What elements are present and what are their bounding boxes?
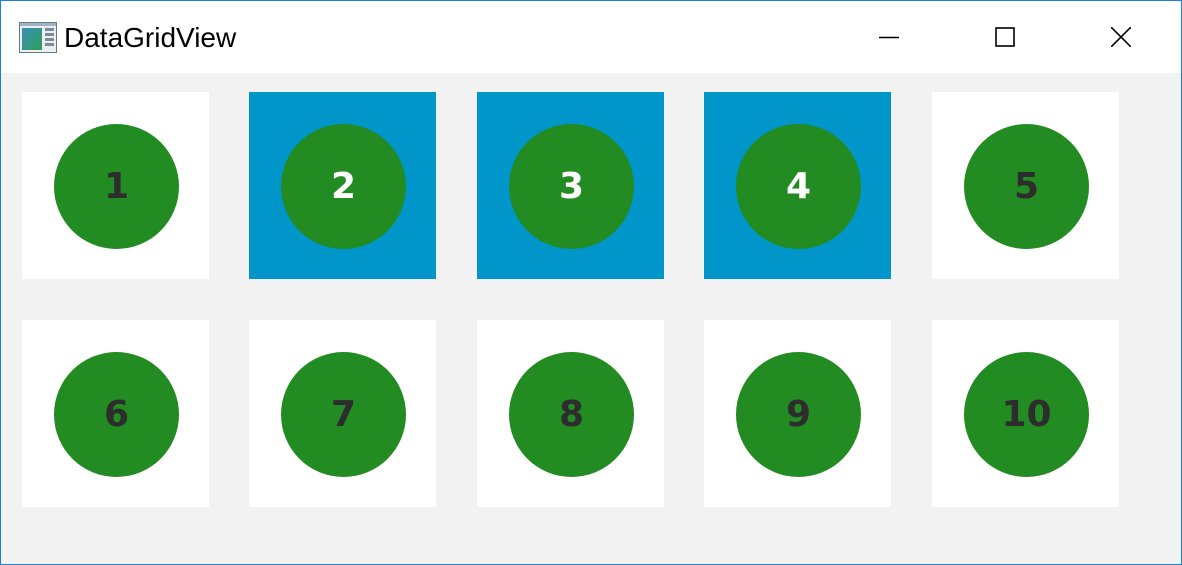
grid-cell[interactable]: 1: [22, 92, 209, 279]
item-circle: 4: [736, 124, 861, 249]
close-icon: [1111, 27, 1131, 47]
grid-cell[interactable]: 6: [22, 320, 209, 507]
grid-cell[interactable]: 9: [704, 320, 891, 507]
grid-cell[interactable]: 8: [477, 320, 664, 507]
data-grid: 1 2 3 4 5 6 7 8 9 10: [1, 73, 1181, 564]
minimize-button[interactable]: [831, 1, 947, 73]
grid-cell[interactable]: 10: [932, 320, 1119, 507]
maximize-icon: [995, 27, 1015, 47]
item-circle: 5: [964, 124, 1089, 249]
item-circle: 1: [54, 124, 179, 249]
close-button[interactable]: [1063, 1, 1179, 73]
datagrid-app-icon: [19, 22, 57, 53]
grid-cell[interactable]: 7: [249, 320, 436, 507]
item-circle: 10: [964, 352, 1089, 477]
item-circle: 2: [281, 124, 406, 249]
grid-cell[interactable]: 2: [249, 92, 436, 279]
grid-cell[interactable]: 3: [477, 92, 664, 279]
item-circle: 8: [509, 352, 634, 477]
grid-cell[interactable]: 5: [932, 92, 1119, 279]
maximize-button[interactable]: [947, 1, 1063, 73]
grid-cell[interactable]: 4: [704, 92, 891, 279]
item-circle: 3: [509, 124, 634, 249]
minimize-icon: [879, 36, 899, 39]
item-circle: 6: [54, 352, 179, 477]
item-circle: 9: [736, 352, 861, 477]
window-title: DataGridView: [64, 22, 237, 53]
item-circle: 7: [281, 352, 406, 477]
app-window: DataGridView 1 2 3 4 5 6 7 8 9 10: [0, 0, 1182, 565]
title-bar[interactable]: DataGridView: [1, 1, 1181, 73]
